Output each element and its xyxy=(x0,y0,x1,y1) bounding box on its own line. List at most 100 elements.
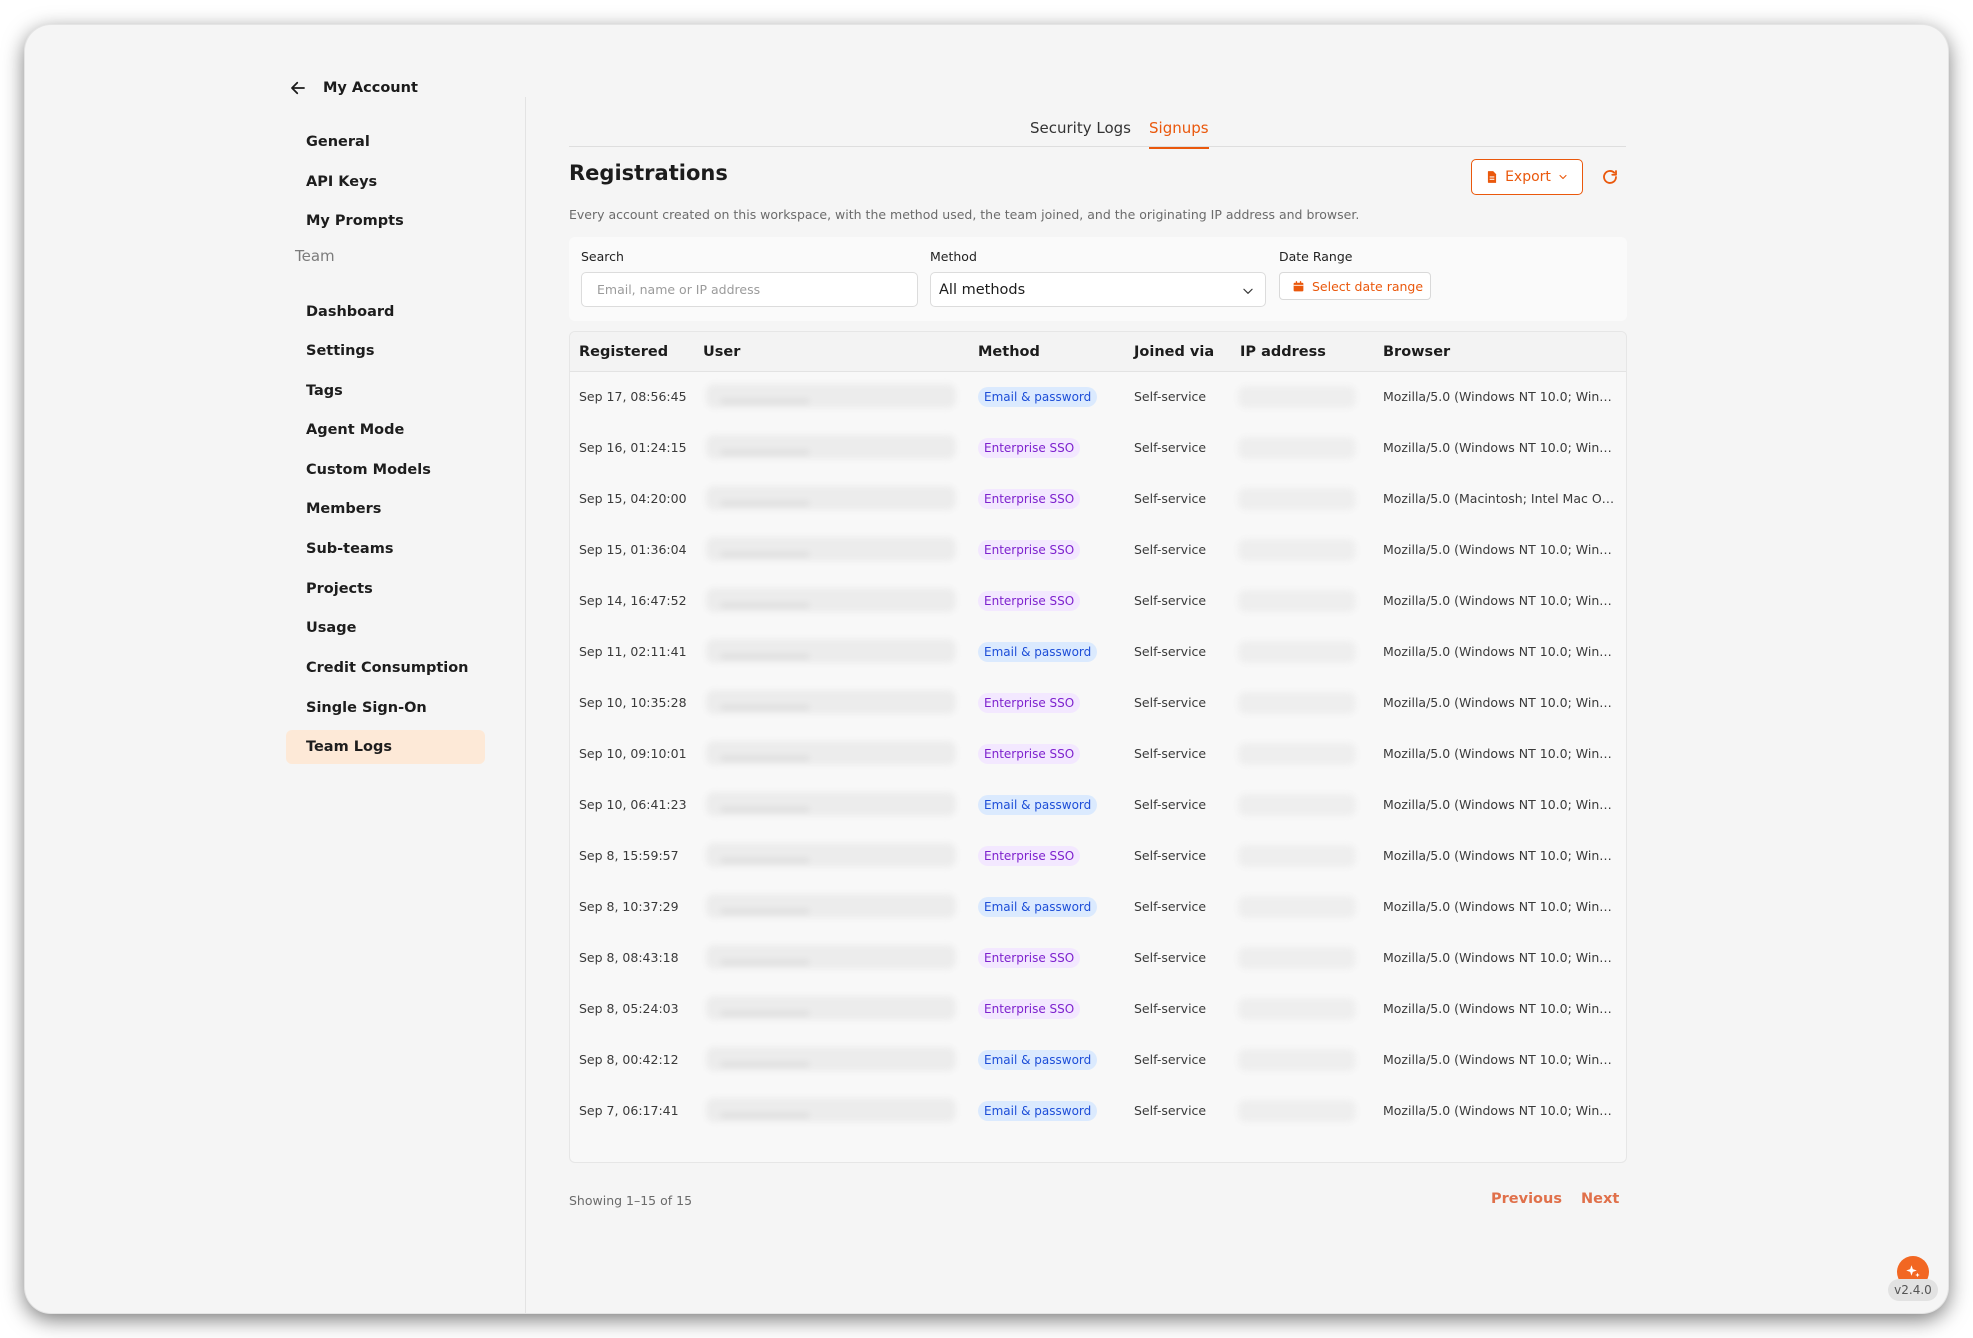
next-page-button[interactable]: Next xyxy=(1581,1191,1619,1207)
app-window: My Account General API Keys My Prompts Team… xyxy=(25,25,1948,1313)
column-header-browser[interactable]: Browser xyxy=(1383,344,1450,360)
redacted-user-cell xyxy=(706,690,956,714)
table-row[interactable]: Sep 17, 08:56:45 Email & password Self-ser… xyxy=(570,372,1626,423)
table-row[interactable]: Sep 10, 06:41:23 Email & password Self-ser… xyxy=(570,780,1626,831)
sidebar-item-custom-models[interactable]: Custom Models xyxy=(286,453,485,487)
column-header-ip-address[interactable]: IP address xyxy=(1240,344,1326,360)
file-icon xyxy=(1487,171,1497,183)
joined-via-cell: Self-service xyxy=(1134,848,1207,863)
sidebar-item-settings[interactable]: Settings xyxy=(286,334,485,368)
sidebar-item-dashboard[interactable]: Dashboard xyxy=(286,295,485,329)
redacted-ip-cell xyxy=(1238,437,1356,459)
redacted-user-cell xyxy=(706,588,956,612)
column-header-joined-via[interactable]: Joined via xyxy=(1134,344,1214,360)
back-link[interactable]: My Account xyxy=(289,73,418,103)
redacted-ip-cell xyxy=(1238,1100,1356,1122)
method-select-value: All methods xyxy=(939,281,1026,298)
search-input[interactable] xyxy=(581,272,918,307)
sidebar-item-agent-mode[interactable]: Agent Mode xyxy=(286,413,485,447)
column-header-user[interactable]: User xyxy=(703,344,740,360)
redacted-user-cell xyxy=(706,1047,956,1071)
redacted-ip-cell xyxy=(1238,386,1356,408)
joined-via-cell: Self-service xyxy=(1134,950,1207,965)
sidebar-item-tags[interactable]: Tags xyxy=(286,374,485,408)
sidebar-item-usage[interactable]: Usage xyxy=(286,611,485,645)
method-badge: Email & password xyxy=(978,387,1098,407)
date-range-button[interactable]: Select date range xyxy=(1279,272,1431,300)
table-row[interactable]: Sep 14, 16:47:52 Enterprise SSO Self-servi… xyxy=(570,576,1626,627)
table-row[interactable]: Sep 16, 01:24:15 Enterprise SSO Self-servi… xyxy=(570,423,1626,474)
joined-via-cell: Self-service xyxy=(1134,542,1207,557)
table-row[interactable]: Sep 8, 08:43:18 Enterprise SSO Self-servic… xyxy=(570,933,1626,984)
sidebar-item-credit-consumption[interactable]: Credit Consumption xyxy=(286,651,485,685)
joined-via-cell: Self-service xyxy=(1134,746,1207,761)
redacted-ip-cell xyxy=(1238,488,1356,510)
tab-security-logs[interactable]: Security Logs xyxy=(1030,119,1131,147)
method-badge: Enterprise SSO xyxy=(978,438,1081,458)
table-row[interactable]: Sep 8, 05:24:03 Enterprise SSO Self-servic… xyxy=(570,984,1626,1035)
method-badge: Email & password xyxy=(978,795,1098,815)
sidebar-item-members[interactable]: Members xyxy=(286,492,485,526)
column-header-registered[interactable]: Registered xyxy=(579,344,668,360)
table-row[interactable]: Sep 10, 09:10:01 Enterprise SSO Self-servi… xyxy=(570,729,1626,780)
search-label: Search xyxy=(581,249,624,264)
tab-signups[interactable]: Signups xyxy=(1149,119,1209,149)
redacted-user-cell xyxy=(706,1098,956,1122)
method-badge: Email & password xyxy=(978,1101,1098,1121)
sidebar-item-general[interactable]: General xyxy=(286,125,485,159)
joined-via-cell: Self-service xyxy=(1134,695,1207,710)
browser-cell: Mozilla/5.0 (Windows NT 10.0; Win64; x… xyxy=(1383,950,1615,965)
redacted-ip-cell xyxy=(1238,539,1356,561)
sidebar-item-my-prompts[interactable]: My Prompts xyxy=(286,204,485,238)
method-badge: Enterprise SSO xyxy=(978,693,1081,713)
registered-cell: Sep 8, 15:59:57 xyxy=(579,848,679,863)
browser-cell: Mozilla/5.0 (Windows NT 10.0; Win64; x… xyxy=(1383,389,1615,404)
browser-cell: Mozilla/5.0 (Windows NT 10.0; Win64; x… xyxy=(1383,1052,1615,1067)
table-row[interactable]: Sep 8, 15:59:57 Enterprise SSO Self-servic… xyxy=(570,831,1626,882)
redacted-user-cell xyxy=(706,894,956,918)
joined-via-cell: Self-service xyxy=(1134,899,1207,914)
redacted-ip-cell xyxy=(1238,743,1356,765)
table-row[interactable]: Sep 15, 04:20:00 Enterprise SSO Self-servi… xyxy=(570,474,1626,525)
redacted-ip-cell xyxy=(1238,590,1356,612)
method-label: Method xyxy=(930,249,977,264)
previous-page-button[interactable]: Previous xyxy=(1491,1191,1562,1207)
browser-cell: Mozilla/5.0 (Macintosh; Intel Mac OS X … xyxy=(1383,491,1615,506)
refresh-button[interactable] xyxy=(1592,159,1628,195)
registered-cell: Sep 8, 05:24:03 xyxy=(579,1001,679,1016)
redacted-user-cell xyxy=(706,945,956,969)
table-row[interactable]: Sep 11, 02:11:41 Email & password Self-ser… xyxy=(570,627,1626,678)
joined-via-cell: Self-service xyxy=(1134,1052,1207,1067)
sidebar-item-api-keys[interactable]: API Keys xyxy=(286,165,485,199)
browser-cell: Mozilla/5.0 (Windows NT 10.0; Win64; x… xyxy=(1383,1103,1615,1118)
sidebar-item-projects[interactable]: Projects xyxy=(286,572,485,606)
sidebar-item-sub-teams[interactable]: Sub-teams xyxy=(286,532,485,566)
redacted-ip-cell xyxy=(1238,896,1356,918)
redacted-ip-cell xyxy=(1238,692,1356,714)
registered-cell: Sep 8, 00:42:12 xyxy=(579,1052,679,1067)
registered-cell: Sep 10, 10:35:28 xyxy=(579,695,687,710)
table-row[interactable]: Sep 10, 10:35:28 Enterprise SSO Self-servi… xyxy=(570,678,1626,729)
method-badge: Email & password xyxy=(978,897,1098,917)
back-link-label: My Account xyxy=(323,80,418,96)
method-select[interactable]: All methods xyxy=(930,272,1266,307)
browser-cell: Mozilla/5.0 (Windows NT 10.0; Win64; x… xyxy=(1383,746,1615,761)
sidebar-item-single-sign-on[interactable]: Single Sign-On xyxy=(286,691,485,725)
registered-cell: Sep 17, 08:56:45 xyxy=(579,389,687,404)
table-row[interactable]: Sep 8, 10:37:29 Email & password Self-serv… xyxy=(570,882,1626,933)
chevron-down-icon xyxy=(1559,174,1567,180)
registered-cell: Sep 14, 16:47:52 xyxy=(579,593,687,608)
method-badge: Enterprise SSO xyxy=(978,846,1081,866)
joined-via-cell: Self-service xyxy=(1134,440,1207,455)
sidebar-item-team-logs[interactable]: Team Logs xyxy=(286,730,485,764)
joined-via-cell: Self-service xyxy=(1134,593,1207,608)
table-row[interactable]: Sep 15, 01:36:04 Enterprise SSO Self-servi… xyxy=(570,525,1626,576)
sidebar-divider xyxy=(525,97,526,1313)
table-row[interactable]: Sep 8, 00:42:12 Email & password Self-serv… xyxy=(570,1035,1626,1086)
export-button-label: Export xyxy=(1505,169,1551,185)
export-button[interactable]: Export xyxy=(1471,159,1583,195)
table-row[interactable]: Sep 7, 06:17:41 Email & password Self-serv… xyxy=(570,1086,1626,1137)
redacted-user-cell xyxy=(706,435,956,459)
registered-cell: Sep 8, 08:43:18 xyxy=(579,950,679,965)
column-header-method[interactable]: Method xyxy=(978,344,1040,360)
